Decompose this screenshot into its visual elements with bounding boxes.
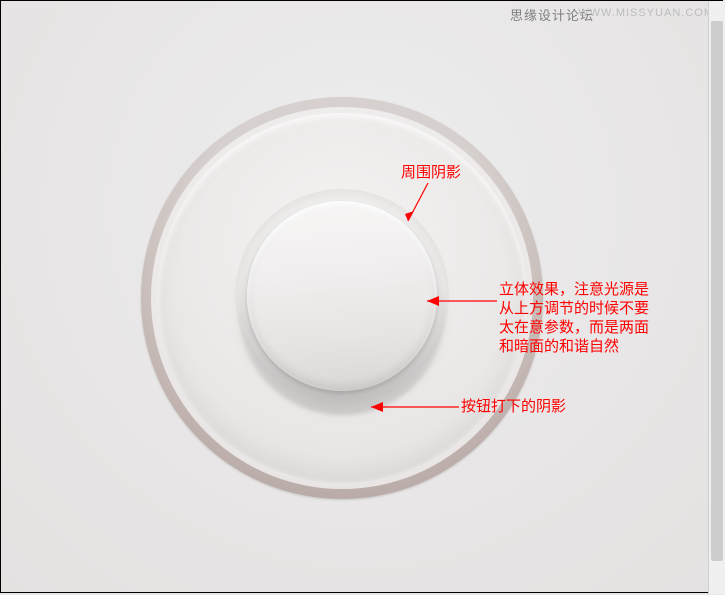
annotation-3d-effect: 立体效果，注意光源是从上方调节的时候不要太在意参数，而是两面和暗面的和谐自然 <box>499 281 649 357</box>
center-knob <box>247 201 437 391</box>
vertical-scrollbar[interactable] <box>708 1 725 594</box>
design-canvas: 思缘设计论坛 WWW.MISSYUAN.COM 周围阴影 立体效果，注意光源是从… <box>0 0 723 593</box>
watermark-url: WWW.MISSYUAN.COM <box>578 7 714 19</box>
annotation-button-shadow: 按钮打下的阴影 <box>461 398 566 417</box>
knob-assembly <box>141 97 543 499</box>
scrollbar-thumb[interactable] <box>711 21 723 561</box>
annotation-ambient-shadow: 周围阴影 <box>401 164 461 183</box>
